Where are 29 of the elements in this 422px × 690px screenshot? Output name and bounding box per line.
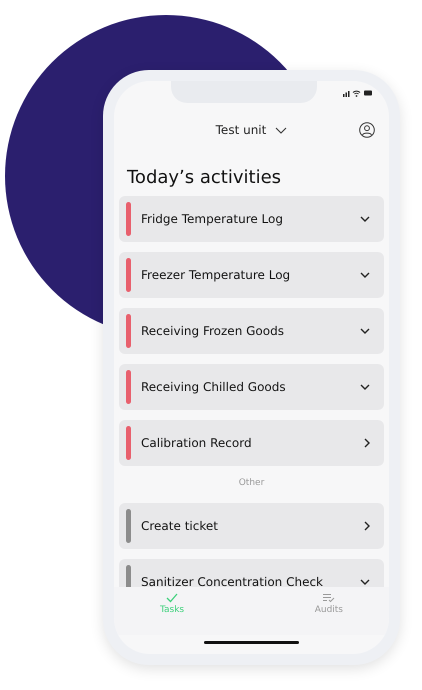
chevron-down-icon (360, 384, 370, 390)
activity-item[interactable]: Calibration Record (119, 420, 384, 466)
activity-item[interactable]: Freezer Temperature Log (119, 252, 384, 298)
activity-item[interactable]: Fridge Temperature Log (119, 196, 384, 242)
activity-label: Create ticket (141, 519, 219, 533)
chevron-down-icon (275, 126, 288, 134)
check-icon (166, 593, 178, 603)
chevron-down-icon (360, 328, 370, 334)
profile-icon[interactable] (359, 122, 375, 138)
unit-selector[interactable]: Test unit (216, 123, 266, 137)
page-title: Today’s activities (127, 167, 282, 188)
activity-label: Sanitizer Concentration Check (141, 575, 324, 587)
chevron-right-icon (364, 438, 370, 448)
activity-label: Receiving Chilled Goods (141, 380, 287, 394)
activity-label: Receiving Frozen Goods (141, 324, 285, 338)
checklist-icon (322, 593, 335, 603)
chevron-down-icon (360, 579, 370, 585)
activity-item[interactable]: Receiving Chilled Goods (119, 364, 384, 410)
chevron-down-icon (360, 216, 370, 222)
section-heading: Other (238, 478, 266, 488)
activity-item[interactable]: Create ticket (119, 503, 384, 549)
activity-label: Fridge Temperature Log (141, 212, 284, 226)
activity-label: Calibration Record (141, 436, 253, 450)
activity-item[interactable]: Receiving Frozen Goods (119, 308, 384, 354)
chevron-right-icon (364, 521, 370, 531)
status-icons (343, 89, 373, 97)
activity-item[interactable]: Sanitizer Concentration Check (119, 559, 384, 587)
activity-label: Freezer Temperature Log (141, 268, 292, 282)
chevron-down-icon (360, 272, 370, 278)
